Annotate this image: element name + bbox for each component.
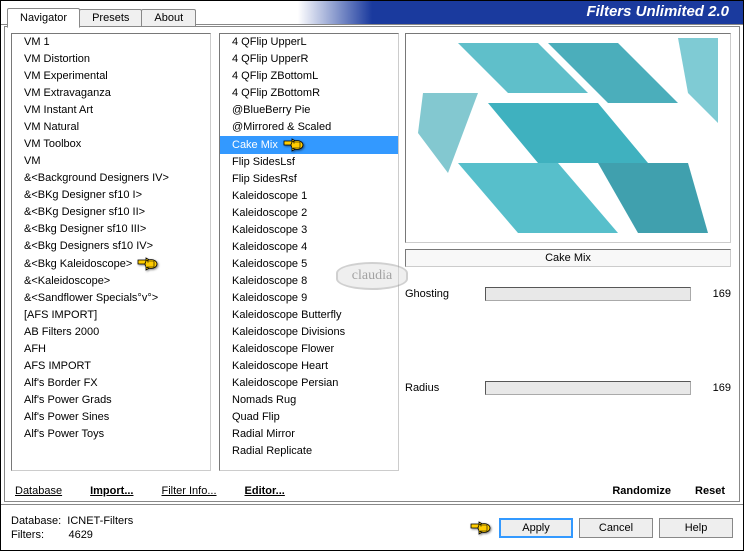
list-item[interactable]: Kaleidoscope Butterfly [220,307,398,324]
selected-filter-name: Cake Mix [405,249,731,267]
list-item[interactable]: Kaleidoscope 2 [220,205,398,222]
slider-row: Ghosting 169 [405,287,731,301]
preview-image [405,33,731,243]
app-title: Filters Unlimited 2.0 [586,3,729,20]
list-item[interactable]: VM Extravaganza [12,85,210,102]
pointer-icon [136,256,160,272]
list-item[interactable]: VM [12,153,210,170]
list-item[interactable]: VM Instant Art [12,102,210,119]
list-item[interactable]: AFH [12,341,210,358]
cancel-button[interactable]: Cancel [579,518,653,538]
list-item[interactable]: Kaleidoscope Heart [220,358,398,375]
slider-track[interactable] [485,287,691,301]
list-item[interactable]: AB Filters 2000 [12,324,210,341]
category-list[interactable]: VM 1VM DistortionVM ExperimentalVM Extra… [11,33,211,471]
list-item[interactable]: 4 QFlip UpperL [220,34,398,51]
slider-label: Radius [405,382,485,394]
list-item[interactable]: Flip SidesLsf [220,154,398,171]
link-bar: Database Import... Filter Info... Editor… [15,485,729,497]
list-item[interactable]: Radial Mirror [220,426,398,443]
tab-navigator[interactable]: Navigator [7,8,80,28]
randomize-link[interactable]: Randomize [612,485,671,497]
import-link[interactable]: Import... [90,485,133,497]
pointer-icon [469,520,493,536]
list-item[interactable]: Cake Mix [220,136,398,154]
list-item[interactable]: &<Sandflower Specials°v°> [12,290,210,307]
list-item[interactable]: VM Natural [12,119,210,136]
list-item[interactable]: Kaleidoscope 4 [220,239,398,256]
list-item[interactable]: &<BKg Designer sf10 II> [12,204,210,221]
list-item[interactable]: VM Experimental [12,68,210,85]
list-item[interactable]: Alf's Power Toys [12,426,210,443]
list-item[interactable]: &<Bkg Designers sf10 IV> [12,238,210,255]
list-item[interactable]: VM Distortion [12,51,210,68]
list-item[interactable]: &<Bkg Designer sf10 III> [12,221,210,238]
header: NavigatorPresetsAbout Filters Unlimited … [1,1,743,25]
list-item[interactable]: Kaleidoscope Flower [220,341,398,358]
list-item[interactable]: @BlueBerry Pie [220,102,398,119]
footer-info: Database: ICNET-Filters Filters: 4629 [11,514,133,542]
slider-value: 169 [691,382,731,394]
slider-track[interactable] [485,381,691,395]
list-item[interactable]: &<BKg Designer sf10 I> [12,187,210,204]
list-item[interactable]: VM 1 [12,34,210,51]
filter-info-link[interactable]: Filter Info... [161,485,216,497]
apply-button[interactable]: Apply [499,518,573,538]
list-item[interactable]: Quad Flip [220,409,398,426]
database-link[interactable]: Database [15,485,62,497]
list-item[interactable]: Radial Replicate [220,443,398,460]
preview-panel: Cake Mix Ghosting 169 Radius 169 [401,27,739,501]
list-item[interactable]: 4 QFlip ZBottomR [220,85,398,102]
list-item[interactable]: &<Bkg Kaleidoscope> [12,255,210,273]
list-item[interactable]: Kaleidoscope 5 [220,256,398,273]
reset-link[interactable]: Reset [695,485,725,497]
list-item[interactable]: Alf's Power Sines [12,409,210,426]
editor-link[interactable]: Editor... [245,485,285,497]
list-item[interactable]: Alf's Border FX [12,375,210,392]
list-item[interactable]: &<Background Designers IV> [12,170,210,187]
help-button[interactable]: Help [659,518,733,538]
pointer-icon [282,137,306,153]
list-item[interactable]: Flip SidesRsf [220,171,398,188]
list-item[interactable]: 4 QFlip UpperR [220,51,398,68]
navigator-panel: VM 1VM DistortionVM ExperimentalVM Extra… [4,26,740,502]
slider-value: 169 [691,288,731,300]
list-item[interactable]: [AFS IMPORT] [12,307,210,324]
slider-row: Radius 169 [405,381,731,395]
list-item[interactable]: Kaleidoscope 3 [220,222,398,239]
list-item[interactable]: &<Kaleidoscope> [12,273,210,290]
list-item[interactable]: @Mirrored & Scaled [220,119,398,136]
list-item[interactable]: AFS IMPORT [12,358,210,375]
list-item[interactable]: Alf's Power Grads [12,392,210,409]
list-item[interactable]: Kaleidoscope 9 [220,290,398,307]
list-item[interactable]: VM Toolbox [12,136,210,153]
list-item[interactable]: 4 QFlip ZBottomL [220,68,398,85]
list-item[interactable]: Kaleidoscope 1 [220,188,398,205]
filter-list[interactable]: 4 QFlip UpperL4 QFlip UpperR4 QFlip ZBot… [219,33,399,471]
list-item[interactable]: Kaleidoscope 8 [220,273,398,290]
list-item[interactable]: Kaleidoscope Persian [220,375,398,392]
list-item[interactable]: Nomads Rug [220,392,398,409]
list-item[interactable]: Kaleidoscope Divisions [220,324,398,341]
footer: Database: ICNET-Filters Filters: 4629 Ap… [1,504,743,550]
slider-label: Ghosting [405,288,485,300]
